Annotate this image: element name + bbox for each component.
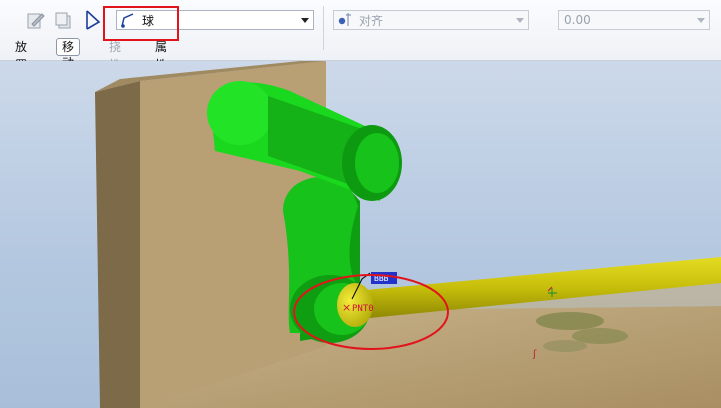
chevron-down-icon <box>516 18 524 23</box>
base-plate-side <box>95 81 140 408</box>
connection-type-value: 球 <box>142 13 155 28</box>
tab-move[interactable]: 移动 <box>56 38 81 70</box>
chevron-down-icon <box>697 18 705 23</box>
connection-type-toggle[interactable] <box>81 8 105 32</box>
ball-joint-icon <box>120 11 138 29</box>
trail-marker-icon: ʃ <box>532 349 537 360</box>
dashboard-toolbar: 球 对齐 0.00 放置 移动 挠性 属性 <box>0 0 721 72</box>
toolbar-divider <box>323 6 324 50</box>
offset-value: 0.00 <box>564 13 591 27</box>
model-scene: BBB × PNT0 ʃ <box>95 61 721 408</box>
tab-flexibility[interactable]: 挠性 <box>104 38 126 72</box>
edit-definition-button[interactable] <box>24 8 48 32</box>
copy-button[interactable] <box>51 8 75 32</box>
edit-icon <box>27 13 45 29</box>
offset-value-select[interactable]: 0.00 <box>558 10 710 30</box>
align-icon <box>337 11 355 29</box>
point-label: PNT0 <box>352 304 374 314</box>
model-viewport[interactable]: BBB × PNT0 ʃ <box>0 61 721 408</box>
constraint-type-value: 对齐 <box>359 13 384 28</box>
tab-properties[interactable]: 属性 <box>150 38 172 72</box>
cylinder-end-left <box>207 81 273 145</box>
chevron-down-icon <box>301 18 309 23</box>
connection-type-icon <box>86 10 101 30</box>
connection-type-select[interactable]: 球 <box>116 10 314 30</box>
constraint-type-select[interactable]: 对齐 <box>333 10 529 30</box>
point-marker-icon: × <box>342 301 351 314</box>
tab-placement[interactable]: 放置 <box>10 38 32 72</box>
copy-icon <box>55 12 71 29</box>
